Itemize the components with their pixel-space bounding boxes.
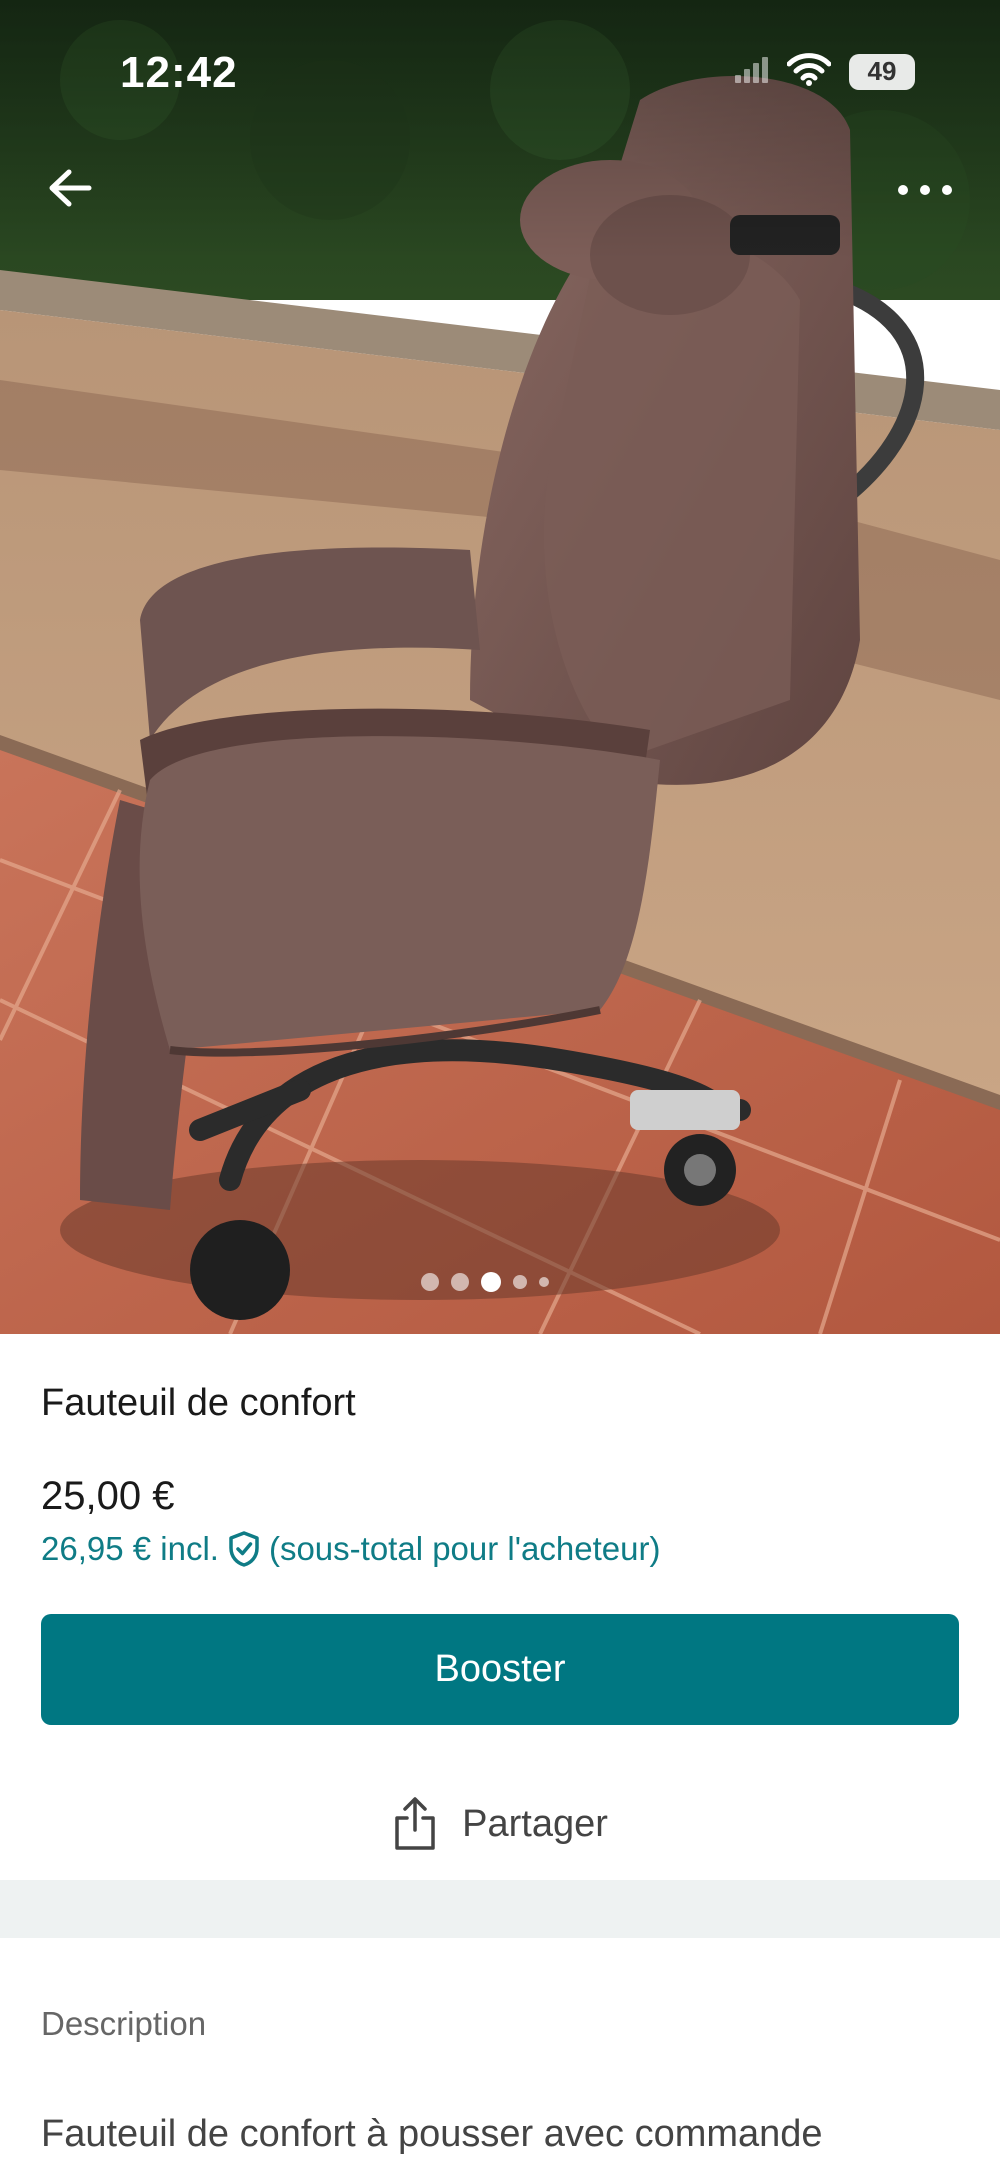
item-photo[interactable]: 12:42 49 — [0, 0, 1000, 1334]
carousel-dot-active[interactable] — [481, 1272, 501, 1292]
carousel-dot[interactable] — [451, 1273, 469, 1291]
battery-indicator: 49 — [849, 53, 915, 90]
section-separator — [0, 1880, 1000, 1938]
status-bar: 12:42 49 — [0, 0, 1000, 150]
share-button[interactable]: Partager — [0, 1784, 1000, 1864]
description-label: Description — [41, 2005, 207, 2042]
wifi-icon — [786, 52, 832, 91]
more-icon — [898, 185, 952, 195]
buyer-price-note: (sous-total pour l'acheteur) — [268, 1530, 661, 1567]
item-price: 25,00 € — [41, 1474, 175, 1518]
status-icons: 49 — [735, 52, 915, 91]
signal-icon — [735, 55, 769, 88]
more-options-button[interactable] — [890, 165, 960, 215]
carousel-dot[interactable] — [421, 1273, 439, 1291]
back-arrow-icon — [49, 169, 92, 207]
share-label: Partager — [462, 1802, 608, 1845]
item-title: Fauteuil de confort — [41, 1382, 356, 1424]
back-button[interactable] — [40, 158, 100, 218]
buyer-price[interactable]: 26,95 € incl. (sous-total pour l'acheteu… — [41, 1530, 660, 1568]
carousel-dot[interactable] — [513, 1275, 527, 1289]
status-time: 12:42 — [120, 48, 238, 97]
description-text: Fauteuil de confort à pousser avec comma… — [41, 2113, 823, 2155]
photo-chair-image — [0, 0, 1000, 1334]
boost-button[interactable]: Booster — [41, 1614, 959, 1725]
shield-check-icon — [229, 1531, 259, 1567]
carousel-indicator[interactable] — [0, 1272, 1000, 1292]
carousel-dot[interactable] — [539, 1277, 549, 1287]
buyer-price-value: 26,95 € incl. — [41, 1530, 219, 1567]
share-icon — [395, 1797, 435, 1850]
